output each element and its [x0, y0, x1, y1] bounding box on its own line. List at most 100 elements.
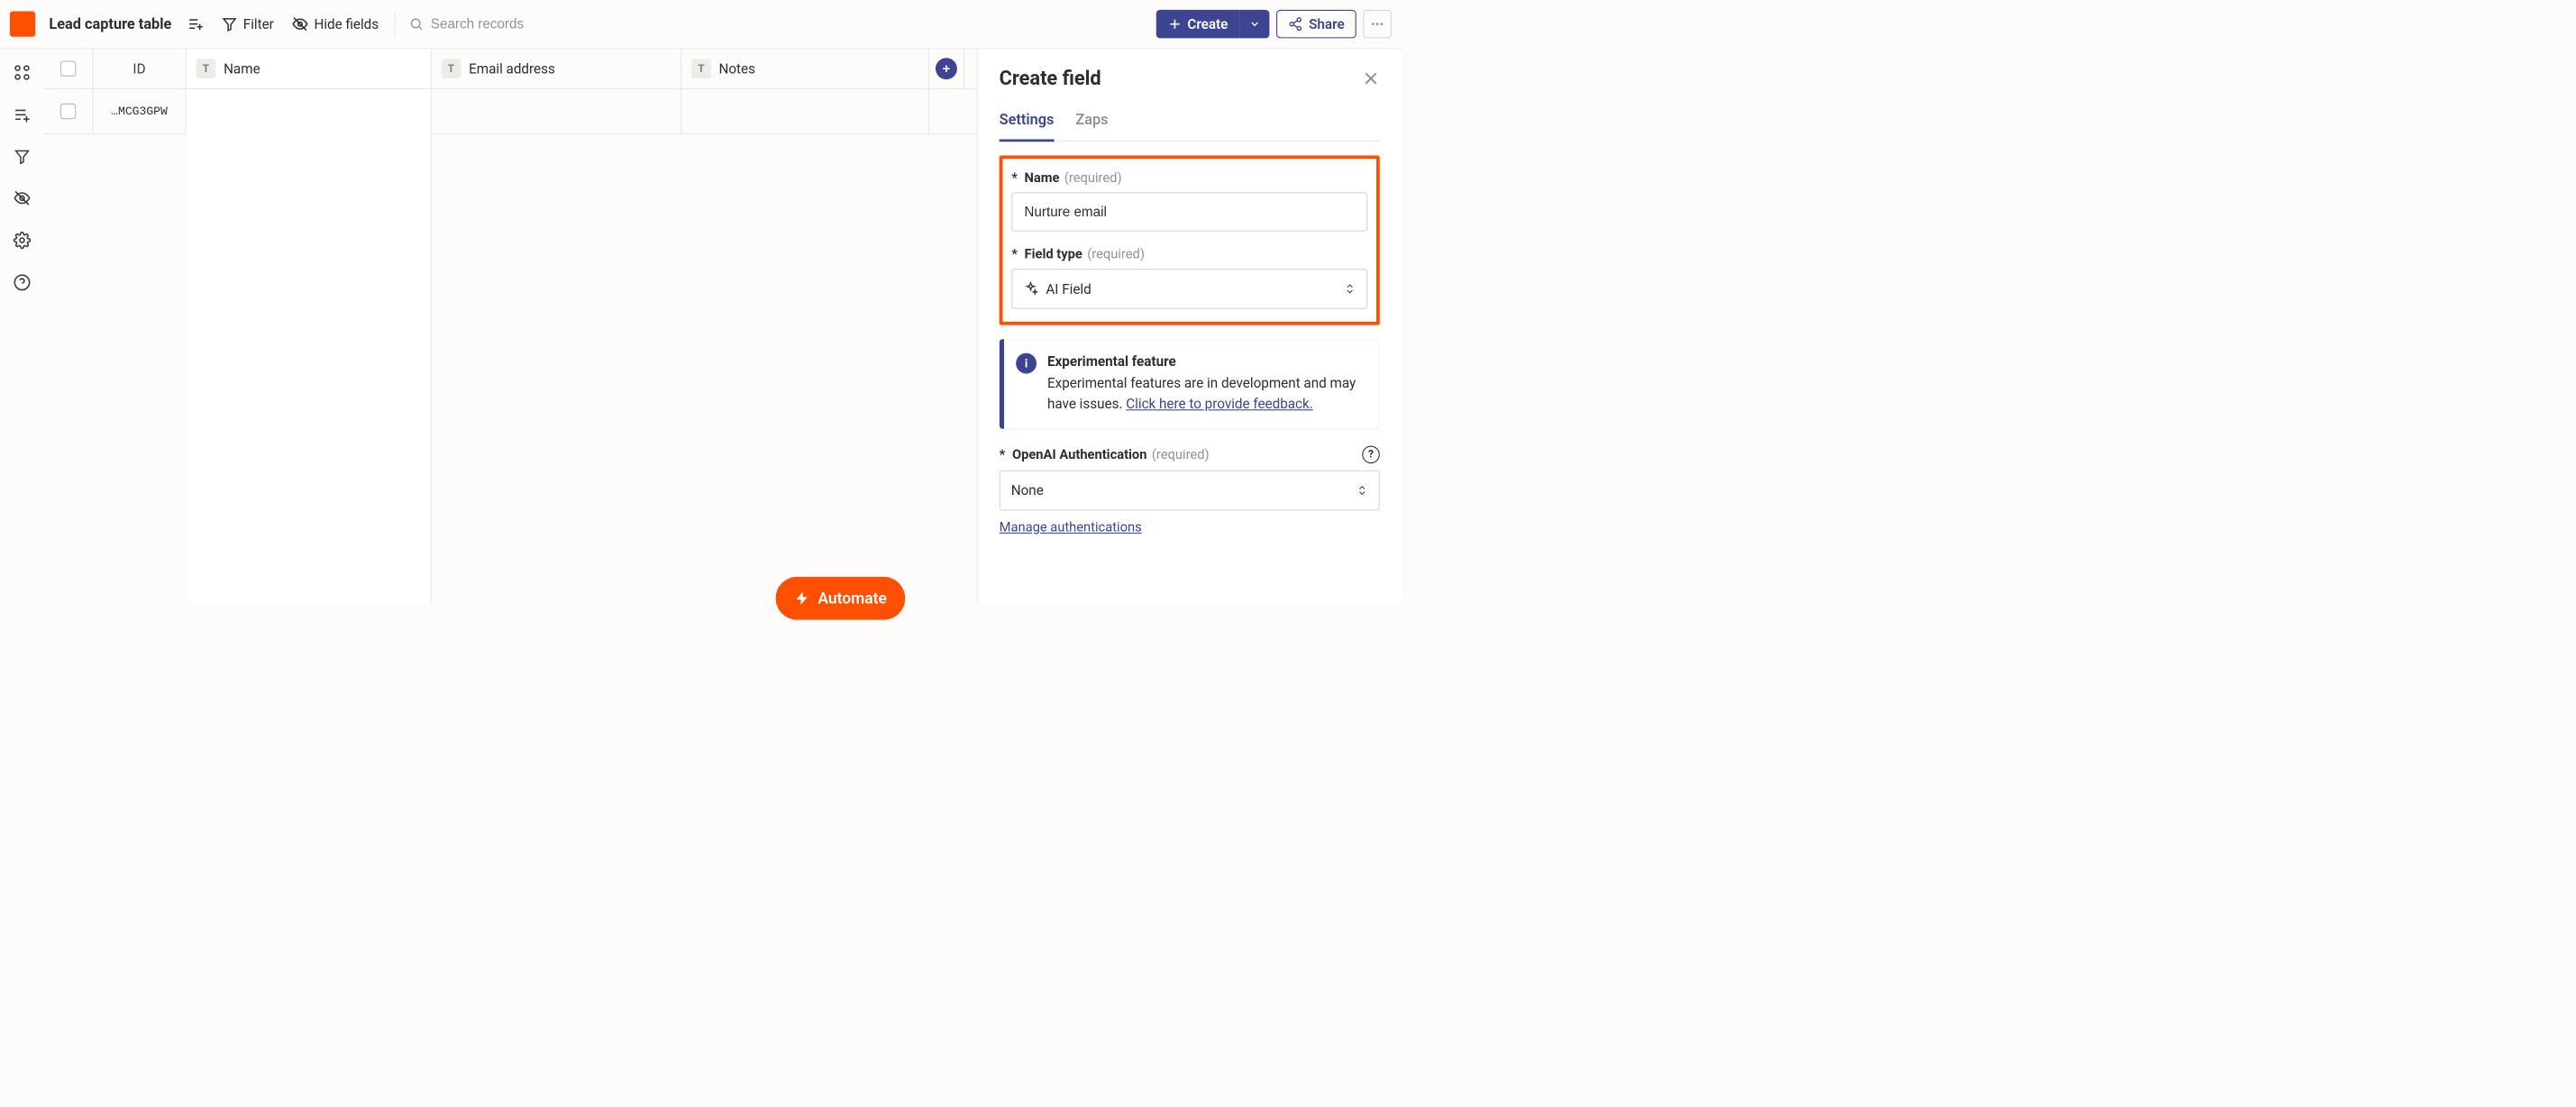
- plus-icon: [940, 63, 952, 75]
- create-dropdown-button[interactable]: [1239, 10, 1269, 39]
- rail-settings-button[interactable]: [14, 232, 32, 250]
- manage-auth-row: Manage authentications: [1000, 519, 1380, 535]
- create-label: Create: [1187, 16, 1228, 32]
- rail-apps-button[interactable]: [14, 64, 32, 82]
- panel-title: Create field: [1000, 67, 1101, 90]
- header-name[interactable]: T Name: [187, 49, 432, 88]
- plus-icon: [1168, 17, 1182, 31]
- filter-icon: [14, 148, 30, 164]
- left-rail: [0, 49, 44, 602]
- text-type-badge-icon: T: [196, 59, 216, 78]
- table-area: ID T Name T Email address T Notes …MCG3G…: [44, 49, 1402, 602]
- auth-header: * OpenAI Authentication (required) ?: [1000, 445, 1380, 463]
- chevron-up-down-icon: [1344, 281, 1356, 296]
- field-type-value: AI Field: [1046, 280, 1091, 297]
- top-bar: Lead capture table Filter Hide fields Cr…: [0, 0, 1402, 49]
- create-field-panel: Create field Settings Zaps * Name (requi…: [977, 49, 1402, 602]
- row-notes-cell[interactable]: [681, 89, 929, 133]
- panel-close-button[interactable]: [1362, 69, 1380, 87]
- info-title: Experimental feature: [1047, 353, 1366, 370]
- manage-auth-link[interactable]: Manage authentications: [1000, 519, 1142, 535]
- filter-icon: [222, 16, 237, 32]
- grid-icon: [14, 64, 32, 82]
- rail-add-row-button[interactable]: [14, 106, 32, 124]
- row-id-cell[interactable]: …MCG3GPW: [93, 89, 186, 133]
- info-text: Experimental features are in development…: [1047, 372, 1366, 415]
- share-icon: [1288, 16, 1302, 31]
- create-button-group: Create: [1156, 10, 1270, 39]
- header-notes-label: Notes: [719, 60, 755, 77]
- name-field-label: * Name (required): [1011, 169, 1367, 185]
- table-options-button[interactable]: [186, 12, 206, 36]
- panel-header: Create field: [1000, 67, 1380, 90]
- gear-icon: [14, 232, 32, 250]
- field-type-label-text: Field type: [1025, 246, 1082, 261]
- hide-fields-button[interactable]: Hide fields: [289, 12, 380, 36]
- feedback-link[interactable]: Click here to provide feedback.: [1126, 396, 1313, 412]
- rail-hide-button[interactable]: [14, 189, 32, 207]
- header-id-label: ID: [132, 60, 145, 77]
- tab-zaps[interactable]: Zaps: [1075, 111, 1108, 140]
- panel-tabs: Settings Zaps: [1000, 111, 1380, 142]
- create-button[interactable]: Create: [1156, 16, 1240, 32]
- sparkle-icon: [1023, 281, 1037, 296]
- automate-button[interactable]: Automate: [776, 577, 906, 620]
- header-id[interactable]: ID: [93, 49, 186, 88]
- automate-wrap: Automate: [776, 577, 906, 620]
- header-email[interactable]: T Email address: [432, 49, 681, 88]
- row-checkbox[interactable]: [60, 104, 76, 119]
- table-title: Lead capture table: [49, 15, 171, 32]
- required-star: *: [1011, 169, 1018, 185]
- eye-off-icon: [291, 15, 307, 32]
- auth-help-button[interactable]: ?: [1362, 445, 1380, 463]
- select-all-checkbox[interactable]: [60, 60, 76, 76]
- text-type-badge-icon: T: [442, 59, 461, 78]
- auth-section: * OpenAI Authentication (required) ? Non…: [1000, 445, 1380, 535]
- eye-off-icon: [14, 189, 32, 207]
- field-type-select[interactable]: AI Field: [1011, 269, 1367, 309]
- filter-button[interactable]: Filter: [220, 12, 276, 36]
- help-circle-icon: [14, 274, 32, 292]
- header-notes[interactable]: T Notes: [681, 49, 929, 88]
- auth-select[interactable]: None: [1000, 471, 1380, 511]
- name-label-text: Name: [1025, 169, 1060, 185]
- automate-label: Automate: [818, 589, 886, 608]
- row-id-value: …MCG3GPW: [111, 105, 168, 118]
- auth-label-text: OpenAI Authentication: [1012, 446, 1146, 462]
- auth-value: None: [1011, 482, 1044, 499]
- required-text: (required): [1064, 169, 1122, 185]
- field-name-input[interactable]: [1011, 192, 1367, 232]
- required-star: *: [1000, 446, 1006, 462]
- search-input[interactable]: [431, 16, 627, 32]
- name-column-body-bg: [187, 89, 432, 602]
- dots-horizontal-icon: [1370, 16, 1384, 31]
- rail-filter-button[interactable]: [14, 148, 30, 164]
- auth-label: * OpenAI Authentication (required): [1000, 446, 1210, 462]
- header-name-label: Name: [224, 60, 260, 77]
- list-plus-icon: [187, 15, 204, 32]
- app-logo-icon: [10, 12, 35, 37]
- tab-settings[interactable]: Settings: [1000, 111, 1055, 142]
- required-text: (required): [1152, 446, 1210, 462]
- header-checkbox-cell: [44, 49, 93, 88]
- search-wrap: [409, 16, 1142, 32]
- highlighted-section: * Name (required) * Field type (required…: [1000, 155, 1380, 325]
- row-checkbox-cell: [44, 89, 93, 133]
- right-actions: Create Share: [1156, 10, 1392, 39]
- share-label: Share: [1309, 16, 1345, 32]
- toolbar-divider: [395, 13, 396, 36]
- field-type-label: * Field type (required): [1011, 246, 1367, 261]
- chevron-down-icon: [1249, 18, 1261, 30]
- rail-help-button[interactable]: [14, 274, 32, 292]
- experimental-info-card: i Experimental feature Experimental feat…: [1000, 339, 1380, 429]
- more-button[interactable]: [1363, 10, 1392, 39]
- header-email-label: Email address: [469, 60, 555, 77]
- close-icon: [1362, 69, 1380, 87]
- required-star: *: [1011, 246, 1018, 261]
- filter-label: Filter: [243, 16, 274, 32]
- add-column-button[interactable]: [936, 58, 957, 79]
- info-icon: i: [1016, 353, 1037, 374]
- row-email-cell[interactable]: [432, 89, 681, 133]
- share-button[interactable]: Share: [1276, 10, 1356, 39]
- list-plus-icon: [14, 106, 32, 124]
